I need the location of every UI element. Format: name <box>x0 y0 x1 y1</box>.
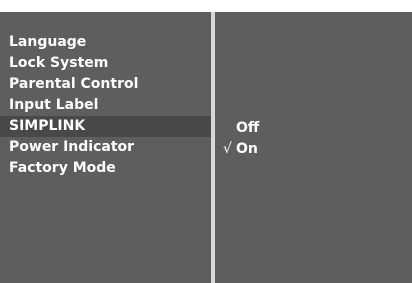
option-on-label: On <box>236 141 258 157</box>
menu-list: Language Lock System Parental Control In… <box>0 32 211 179</box>
option-off[interactable]: Off <box>215 118 412 139</box>
checkmark-icon: √ <box>223 141 232 157</box>
submenu-column: Off √ On <box>215 12 412 283</box>
menu-item-factory-mode[interactable]: Factory Mode <box>0 158 211 179</box>
option-off-label: Off <box>236 120 260 136</box>
simplink-options: Off √ On <box>215 118 412 160</box>
setup-menu-panel: Language Lock System Parental Control In… <box>0 12 412 283</box>
option-on[interactable]: √ On <box>215 139 412 160</box>
menu-item-parental-control[interactable]: Parental Control <box>0 74 211 95</box>
menu-item-simplink[interactable]: SIMPLINK <box>0 116 211 137</box>
menu-item-power-indicator[interactable]: Power Indicator <box>0 137 211 158</box>
menu-item-language[interactable]: Language <box>0 32 211 53</box>
menu-item-lock-system[interactable]: Lock System <box>0 53 211 74</box>
menu-column: Language Lock System Parental Control In… <box>0 12 211 283</box>
menu-item-input-label[interactable]: Input Label <box>0 95 211 116</box>
